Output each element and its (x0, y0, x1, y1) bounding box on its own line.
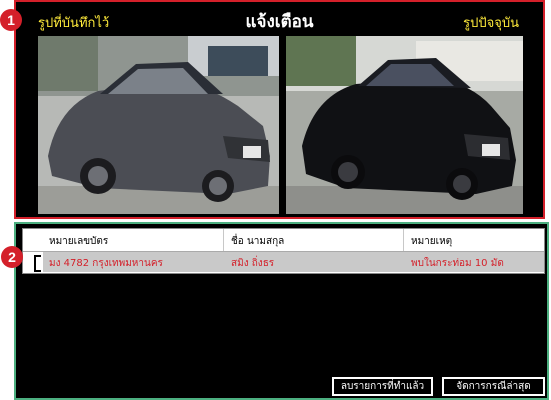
handle-recent-button[interactable]: จัดการกรณีล่าสุด (442, 377, 545, 396)
marker-1: 1 (0, 9, 22, 31)
column-header-card[interactable]: หมายเลขบัตร (49, 234, 108, 249)
card-cell: มง 4782 กรุงเทพมหานคร (49, 258, 163, 269)
column-header-name[interactable]: ชื่อ นามสกุล (231, 234, 284, 249)
marker-2: 2 (1, 246, 23, 268)
table-row[interactable]: มง 4782 กรุงเทพมหานคร สมิง ถิ่งธร พบในกร… (23, 252, 544, 272)
alert-list-panel: หมายเลขบัตร ชื่อ นามสกุล หมายเหตุ มง 478… (14, 222, 549, 400)
current-photo-label: รูปปัจจุบัน (463, 16, 519, 31)
alert-photo-panel: รูปที่บันทึกไว้ แจ้งเตือน รูปปัจจุบัน (14, 0, 545, 219)
column-divider[interactable] (403, 229, 404, 251)
saved-car-photo (38, 36, 279, 214)
note-cell: พบในกระท่อม 10 มัด (411, 258, 504, 269)
table-header: หมายเลขบัตร ชื่อ นามสกุล หมายเหตุ (23, 229, 544, 252)
current-car-photo (286, 36, 523, 214)
column-header-note[interactable]: หมายเหตุ (411, 234, 452, 249)
row-selector-icon[interactable] (23, 252, 43, 272)
name-cell: สมิง ถิ่งธร (231, 258, 275, 269)
column-divider[interactable] (223, 229, 224, 251)
alert-table: หมายเลขบัตร ชื่อ นามสกุล หมายเหตุ มง 478… (22, 228, 545, 274)
clear-completed-button[interactable]: ลบรายการที่ทำแล้ว (332, 377, 433, 396)
